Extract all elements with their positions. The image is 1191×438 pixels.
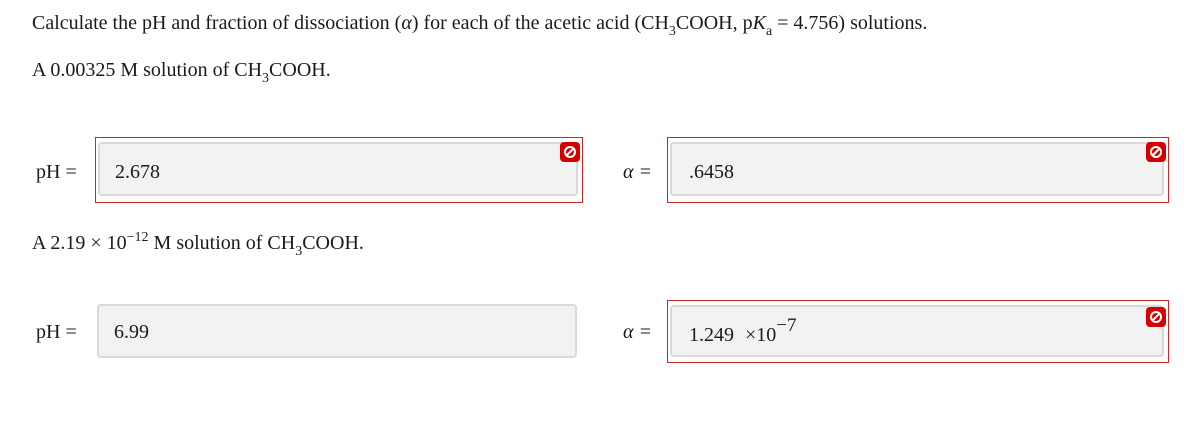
alpha-label-text: α = <box>623 161 652 183</box>
label-part: A 0.00325 M solution of CH <box>32 59 263 81</box>
label-part: COOH. <box>269 59 331 81</box>
problem2-ph-label: pH = <box>36 321 77 343</box>
prohibited-icon <box>1146 307 1166 327</box>
alpha-symbol: α <box>401 12 412 34</box>
problem1-alpha-input[interactable]: .6458 <box>670 142 1164 196</box>
question-part: = 4.756) solutions. <box>772 12 928 34</box>
problem2-alpha-label: α = <box>623 322 652 342</box>
k-symbol: K <box>752 12 766 34</box>
question-text: Calculate the pH and fraction of dissoci… <box>32 12 928 39</box>
problem2-ph-value: 6.99 <box>114 321 149 343</box>
prohibited-icon <box>560 142 580 162</box>
problem1-alpha-frame: .6458 <box>667 137 1169 203</box>
label-part: A 2.19 × 10 <box>32 232 127 254</box>
alpha-label-text: α = <box>623 321 652 343</box>
alpha-times: ×10 <box>745 324 777 346</box>
label-part: M solution of CH <box>148 232 296 254</box>
problem1-ph-label: pH = <box>36 161 77 183</box>
problem2-ph-input[interactable]: 6.99 <box>97 304 577 358</box>
problem1-ph-input[interactable]: 2.678 <box>98 142 578 196</box>
label-part: COOH. <box>302 232 364 254</box>
subscript: 3 <box>668 24 676 39</box>
prohibited-icon <box>1146 142 1166 162</box>
problem2-label: A 2.19 × 10−12 M solution of CH3COOH. <box>32 230 364 259</box>
alpha-exponent: −7 <box>776 315 797 336</box>
problem1-label: A 0.00325 M solution of CH3COOH. <box>32 59 331 86</box>
problem1-alpha-label: α = <box>623 162 652 182</box>
problem2-alpha-value: 1.249 ×10−7 <box>689 316 797 346</box>
problem2-alpha-input[interactable]: 1.249 ×10−7 <box>670 305 1164 357</box>
alpha-mantissa: 1.249 <box>689 324 734 346</box>
problem1-alpha-value: .6458 <box>689 161 734 183</box>
problem1-ph-value: 2.678 <box>115 161 160 183</box>
superscript: −12 <box>126 230 149 245</box>
subscript: 3 <box>262 71 270 86</box>
question-part: COOH, p <box>675 12 753 34</box>
problem1-ph-frame: 2.678 <box>95 137 583 203</box>
problem2-alpha-frame: 1.249 ×10−7 <box>667 300 1169 363</box>
question-part: ) for each of the acetic acid (CH <box>411 12 669 34</box>
question-part: Calculate the pH and fraction of dissoci… <box>32 12 402 34</box>
